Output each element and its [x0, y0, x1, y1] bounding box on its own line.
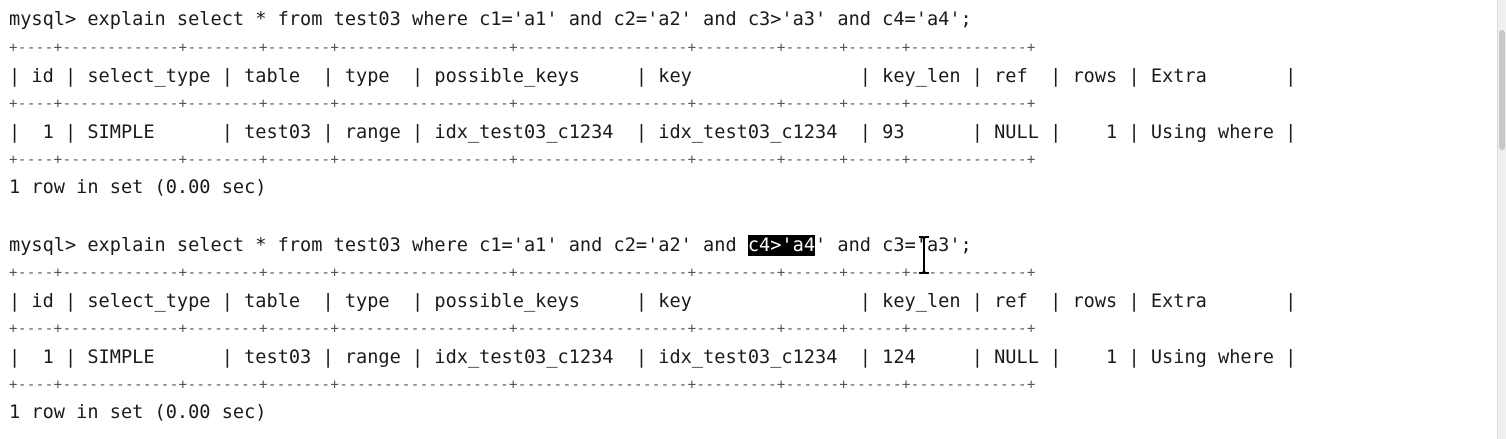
table-data-row: | 1 | SIMPLE | test03 | range | idx_test… — [9, 347, 1297, 368]
sql-command-part: explain select * from test03 where c1='a… — [76, 235, 748, 256]
table-data-row: | 1 | SIMPLE | test03 | range | idx_test… — [9, 122, 1297, 143]
result-summary: 1 row in set (0.00 sec) — [9, 177, 267, 198]
prompt: mysql> — [9, 235, 77, 256]
command-line-2: mysql> explain select * from test03 wher… — [9, 234, 972, 258]
result-summary: 1 row in set (0.00 sec) — [9, 402, 267, 423]
table-border-mid: +----+-------------+--------+-------+---… — [9, 96, 1036, 112]
table-border-top: +----+-------------+--------+-------+---… — [9, 265, 1036, 281]
sql-command-part: ' and c3='a3'; — [815, 235, 972, 256]
table-header-row: | id | select_type | table | type | poss… — [9, 66, 1297, 87]
vertical-scrollbar[interactable] — [1497, 0, 1506, 439]
selected-text[interactable]: c4>'a4 — [747, 235, 816, 256]
table-border-bottom: +----+-------------+--------+-------+---… — [9, 377, 1036, 393]
scrollbar-thumb[interactable] — [1499, 30, 1505, 150]
sql-command: explain select * from test03 where c1='a… — [76, 9, 972, 30]
table-border-mid: +----+-------------+--------+-------+---… — [9, 321, 1036, 337]
table-border-top: +----+-------------+--------+-------+---… — [9, 40, 1036, 56]
terminal-window[interactable]: mysql> explain select * from test03 wher… — [0, 0, 1506, 439]
command-line-1: mysql> explain select * from test03 wher… — [9, 8, 972, 32]
table-border-bottom: +----+-------------+--------+-------+---… — [9, 152, 1036, 168]
text-cursor-icon — [919, 236, 929, 274]
prompt: mysql> — [9, 9, 77, 30]
table-header-row: | id | select_type | table | type | poss… — [9, 291, 1297, 312]
